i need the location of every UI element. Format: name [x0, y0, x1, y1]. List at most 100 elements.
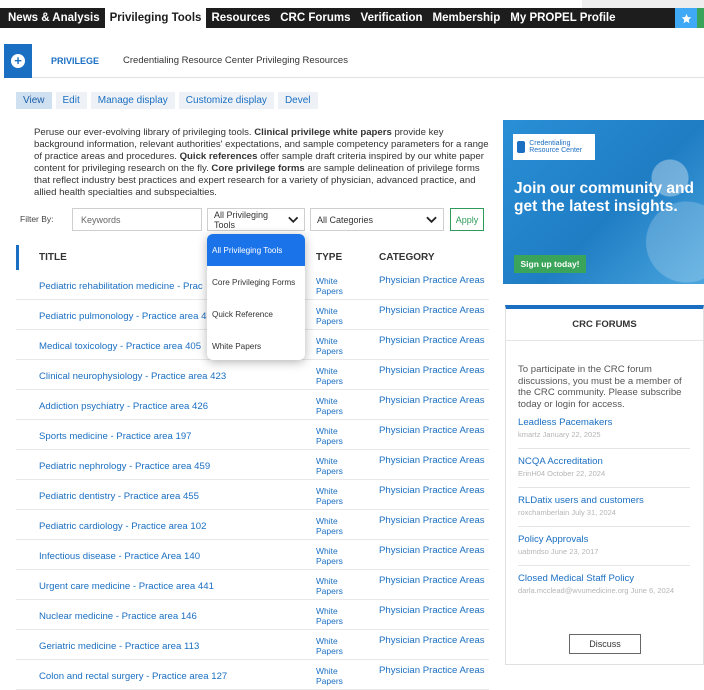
nav-news-analysis[interactable]: News & Analysis — [0, 8, 105, 28]
row-type[interactable]: White Papers — [316, 636, 356, 656]
table-row: Pediatric dentistry - Practice area 455 … — [16, 480, 489, 510]
forum-post-link[interactable]: Leadless Pacemakers — [518, 417, 690, 429]
forum-post-link[interactable]: Policy Approvals — [518, 534, 690, 546]
row-category[interactable]: Physician Practice Areas — [379, 545, 489, 556]
tab-edit[interactable]: Edit — [55, 92, 87, 109]
row-category[interactable]: Physician Practice Areas — [379, 575, 489, 586]
star-icon — [681, 13, 691, 23]
nav-privileging-tools[interactable]: Privileging Tools — [104, 8, 207, 28]
row-category[interactable]: Physician Practice Areas — [379, 365, 489, 376]
add-button[interactable]: + — [4, 43, 32, 78]
row-title-link[interactable]: Pediatric rehabilitation medicine - Prac — [39, 281, 203, 292]
row-title-link[interactable]: Sports medicine - Practice area 197 — [39, 431, 192, 442]
row-title-link[interactable]: Pediatric cardiology - Practice area 102 — [39, 521, 206, 532]
row-type[interactable]: White Papers — [316, 606, 356, 626]
tab-view[interactable]: View — [16, 92, 52, 109]
row-title-link[interactable]: Pediatric nephrology - Practice area 459 — [39, 461, 210, 472]
row-category[interactable]: Physician Practice Areas — [379, 665, 489, 676]
row-type[interactable]: White Papers — [316, 426, 356, 446]
community-ad-banner[interactable]: Credentialing Resource Center Join our c… — [503, 120, 704, 284]
apply-button[interactable]: Apply — [450, 208, 484, 231]
table-row: Urgent care medicine - Practice area 441… — [16, 570, 489, 600]
table-row: Nuclear medicine - Practice area 146 Whi… — [16, 600, 489, 630]
privilege-title: Credentialing Resource Center Privilegin… — [123, 55, 348, 66]
row-type[interactable]: White Papers — [316, 546, 356, 566]
forum-post-meta: uabmdso June 23, 2017 — [518, 547, 599, 556]
nav-my-propel-profile[interactable]: My PROPEL Profile — [505, 8, 620, 28]
dropdown-option-all-privileging-tools[interactable]: All Privileging Tools — [207, 234, 305, 266]
row-type[interactable]: White Papers — [316, 666, 356, 686]
plus-icon: + — [11, 53, 25, 68]
row-category[interactable]: Physician Practice Areas — [379, 425, 489, 436]
row-title-link[interactable]: Addiction psychiatry - Practice area 426 — [39, 401, 208, 412]
header-category[interactable]: CATEGORY — [379, 252, 435, 263]
row-title-link[interactable]: Nuclear medicine - Practice area 146 — [39, 611, 197, 622]
row-title-link[interactable]: Pediatric dentistry - Practice area 455 — [39, 491, 199, 502]
row-category[interactable]: Physician Practice Areas — [379, 305, 489, 316]
ad-headline: Join our community and get the latest in… — [514, 180, 694, 215]
nav-resources[interactable]: Resources — [206, 8, 275, 28]
intro-bold-quick-references: Quick references — [179, 151, 258, 162]
dropdown-option-white-papers[interactable]: White Papers — [207, 330, 305, 360]
tab-devel[interactable]: Devel — [277, 92, 318, 109]
nav-membership[interactable]: Membership — [428, 8, 506, 28]
header-accent — [16, 245, 19, 270]
table-row: Addiction psychiatry - Practice area 426… — [16, 390, 489, 420]
row-type[interactable]: White Papers — [316, 336, 356, 356]
row-category[interactable]: Physician Practice Areas — [379, 485, 489, 496]
dropdown-option-quick-reference[interactable]: Quick Reference — [207, 298, 305, 330]
row-title-link[interactable]: Colon and rectal surgery - Practice area… — [39, 671, 227, 682]
tools-dropdown-menu: All Privileging Tools Core Privileging F… — [207, 234, 305, 360]
forum-post: Closed Medical Staff Policy darla.mcclea… — [518, 573, 690, 619]
row-type[interactable]: White Papers — [316, 276, 356, 296]
category-select[interactable]: All Categories — [310, 208, 444, 231]
row-category[interactable]: Physician Practice Areas — [379, 395, 489, 406]
nav-verification[interactable]: Verification — [356, 8, 428, 28]
row-category[interactable]: Physician Practice Areas — [379, 635, 489, 646]
nav-crc-forums[interactable]: CRC Forums — [275, 8, 355, 28]
row-type[interactable]: White Papers — [316, 576, 356, 596]
header-title[interactable]: TITLE — [39, 252, 67, 263]
row-category[interactable]: Physician Practice Areas — [379, 455, 489, 466]
row-type[interactable]: White Papers — [316, 396, 356, 416]
tab-manage-display[interactable]: Manage display — [90, 92, 175, 109]
forum-post-link[interactable]: RLDatix users and customers — [518, 495, 690, 507]
row-title-link[interactable]: Urgent care medicine - Practice area 441 — [39, 581, 214, 592]
toolbar-action-button[interactable] — [697, 8, 704, 28]
signup-button[interactable]: Sign up today! — [514, 255, 586, 273]
row-title-link[interactable]: Clinical neurophysiology - Practice area… — [39, 371, 226, 382]
row-title-link[interactable]: Pediatric pulmonology - Practice area 4 — [39, 311, 206, 322]
forum-post-meta: darla.mcclead@wvumedicine.org June 6, 20… — [518, 586, 675, 595]
header-type[interactable]: TYPE — [316, 252, 342, 263]
row-type[interactable]: White Papers — [316, 516, 356, 536]
discuss-button[interactable]: Discuss — [569, 634, 641, 654]
row-category[interactable]: Physician Practice Areas — [379, 275, 489, 286]
favorite-button[interactable] — [675, 8, 697, 28]
intro-text: Peruse our ever-evolving library of priv… — [34, 127, 255, 138]
table-row: Sports medicine - Practice area 197 Whit… — [16, 420, 489, 450]
forum-post-link[interactable]: Closed Medical Staff Policy — [518, 573, 690, 585]
row-title-link[interactable]: Medical toxicology - Practice area 405 — [39, 341, 201, 352]
intro-bold-white-papers: Clinical privilege white papers — [254, 127, 392, 138]
filter-label: Filter By: — [20, 214, 54, 224]
row-type[interactable]: White Papers — [316, 366, 356, 386]
row-type[interactable]: White Papers — [316, 306, 356, 326]
row-type[interactable]: White Papers — [316, 486, 356, 506]
top-utility-strip — [582, 0, 704, 8]
keywords-input[interactable] — [72, 208, 202, 231]
tools-select[interactable]: All Privileging Tools — [207, 208, 305, 231]
category-select-value: All Categories — [317, 214, 374, 225]
row-category[interactable]: Physician Practice Areas — [379, 605, 489, 616]
row-title-link[interactable]: Infectious disease - Practice Area 140 — [39, 551, 200, 562]
forum-post: Leadless Pacemakers kmartz January 22, 2… — [518, 417, 690, 449]
forum-post-link[interactable]: NCQA Accreditation — [518, 456, 690, 468]
logo-text: Credentialing Resource Center — [529, 139, 583, 155]
row-category[interactable]: Physician Practice Areas — [379, 335, 489, 346]
row-category[interactable]: Physician Practice Areas — [379, 515, 489, 526]
row-title-link[interactable]: Geriatric medicine - Practice area 113 — [39, 641, 199, 652]
chevron-down-icon — [287, 216, 298, 223]
logo-mark-icon — [517, 141, 526, 153]
dropdown-option-core-privileging-forms[interactable]: Core Privileging Forms — [207, 266, 305, 298]
row-type[interactable]: White Papers — [316, 456, 356, 476]
tab-customize-display[interactable]: Customize display — [178, 92, 274, 109]
